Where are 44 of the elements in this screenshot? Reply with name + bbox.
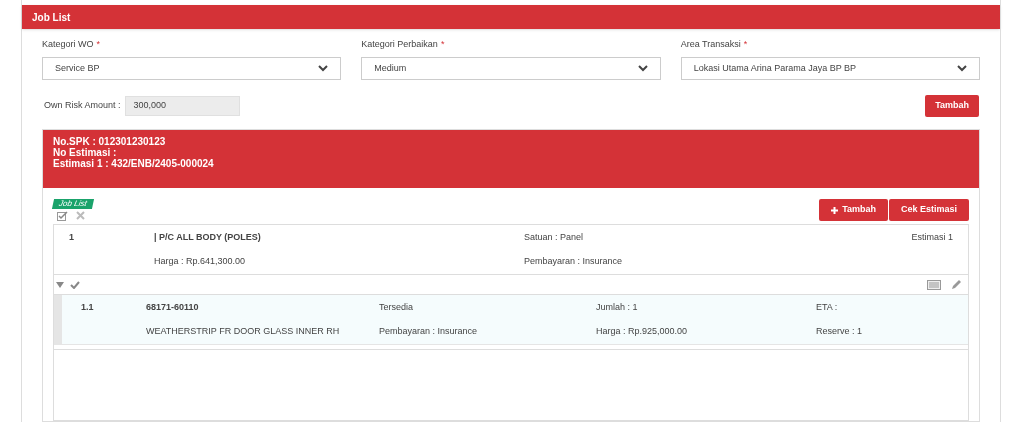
part-reserve: Reserve : 1 <box>816 324 864 338</box>
part-quantity: Jumlah : 1 <box>596 301 639 314</box>
section-tag: Job List <box>51 199 94 209</box>
part-code: 68171-60110 <box>146 301 200 314</box>
part-availability: Tersedia <box>379 301 415 314</box>
part-payment: Pembayaran : Insurance <box>379 324 479 338</box>
part-name: WEATHERSTRIP FR DOOR GLASS INNER RH <box>146 324 341 338</box>
job-payment: Pembayaran : Insurance <box>524 254 624 268</box>
required-mark: * <box>96 38 101 52</box>
required-mark: * <box>440 38 445 52</box>
panel-title: Job List <box>32 10 71 25</box>
estimate-info: No.SPK : 012301230123 <box>53 136 167 147</box>
select-field[interactable]: Service BP <box>42 57 342 80</box>
checkbox-icon[interactable] <box>57 211 68 221</box>
close-icon[interactable] <box>76 211 85 220</box>
check-estimate-button[interactable]: Cek Estimasi <box>888 199 969 221</box>
required-mark: * <box>743 38 748 52</box>
row-number: 1.1 <box>81 301 95 314</box>
plus-icon <box>831 206 839 214</box>
field-label: Own Risk Amount : <box>43 99 121 113</box>
chevron-down-icon <box>637 65 648 72</box>
chevron-down-icon <box>318 65 329 72</box>
part-eta: ETA : <box>816 301 839 314</box>
field-label: Kategori WO <box>42 38 94 52</box>
chevron-down-icon <box>957 65 967 72</box>
list-icon[interactable] <box>927 279 941 290</box>
estimate-info: Estimasi 1 : 432/ENB/2405-000024 <box>53 158 215 169</box>
add-job-button[interactable]: Tambah <box>819 199 888 221</box>
add-button[interactable]: Tambah <box>925 95 979 117</box>
select-field[interactable]: Medium <box>361 57 661 80</box>
job-price: Harga : Rp.641,300.00 <box>154 254 247 268</box>
job-name: | P/C ALL BODY (POLES) <box>154 231 262 244</box>
pencil-icon[interactable] <box>951 279 962 290</box>
row-number: 1 <box>69 231 75 244</box>
amount-field[interactable]: 300,000 <box>124 96 240 116</box>
estimate-info: No Estimasi : <box>53 147 118 158</box>
select-field[interactable]: Lokasi Utama Arina Parama Jaya BP BP <box>680 57 980 80</box>
part-price: Harga : Rp.925,000.00 <box>596 324 689 338</box>
check-icon[interactable] <box>70 280 80 289</box>
job-estimate: Estimasi 1 <box>910 231 953 244</box>
caret-icon[interactable] <box>56 281 64 288</box>
job-unit: Satuan : Panel <box>524 231 585 244</box>
field-label: Kategori Perbaikan <box>361 38 438 52</box>
field-label: Area Transaksi <box>680 38 741 52</box>
